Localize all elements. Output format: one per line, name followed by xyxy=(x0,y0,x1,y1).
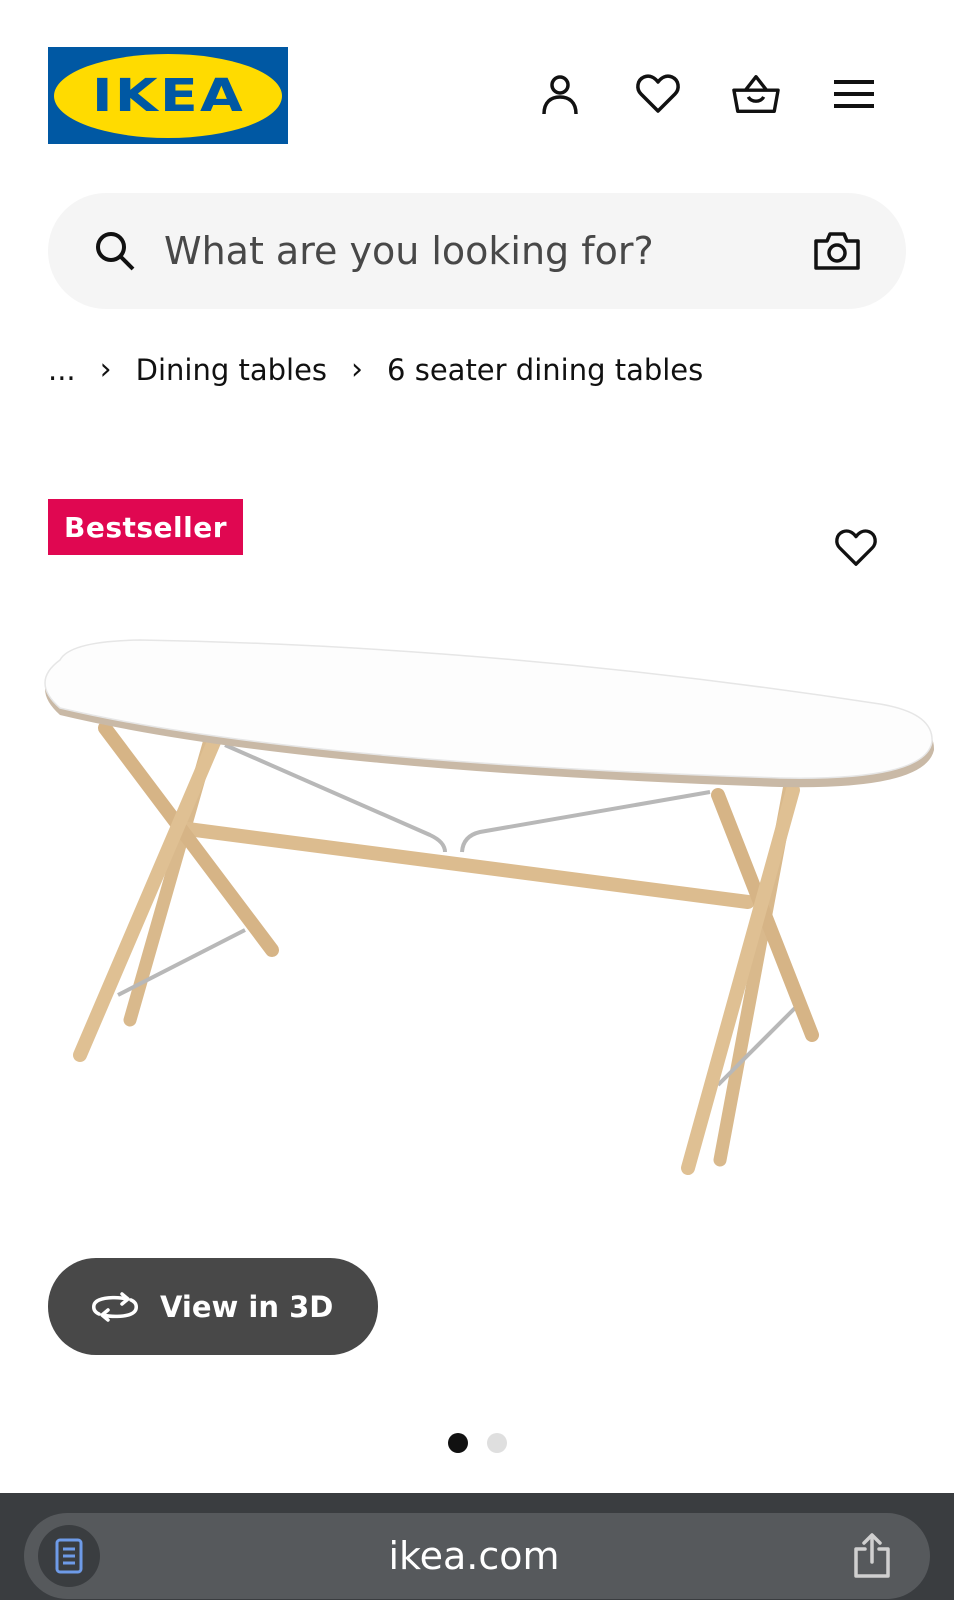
breadcrumb-ellipsis[interactable]: ... xyxy=(48,353,76,387)
address-bar[interactable]: ikea.com xyxy=(24,1513,930,1599)
site-header: IKEA xyxy=(0,0,954,180)
menu-icon[interactable] xyxy=(830,70,878,118)
breadcrumb: ... › Dining tables › 6 seater dining ta… xyxy=(48,352,703,387)
view-in-3d-label: View in 3D xyxy=(160,1289,334,1324)
search-icon xyxy=(92,228,138,274)
share-icon[interactable] xyxy=(848,1532,896,1580)
breadcrumb-separator: › xyxy=(99,352,112,387)
product-image-dining-table[interactable] xyxy=(0,620,954,1260)
header-icon-bar xyxy=(536,70,878,118)
image-carousel-dots xyxy=(448,1433,507,1453)
ikea-logo[interactable]: IKEA xyxy=(48,47,288,144)
carousel-dot[interactable] xyxy=(448,1433,468,1453)
add-to-favourites-heart-icon[interactable] xyxy=(832,524,880,572)
search-bar[interactable] xyxy=(48,193,906,309)
basket-icon[interactable] xyxy=(732,70,780,118)
user-icon[interactable] xyxy=(536,70,584,118)
logo-wordmark: IKEA xyxy=(91,68,245,123)
browser-bottom-bar: ikea.com xyxy=(0,1493,954,1600)
logo-oval: IKEA xyxy=(54,53,282,138)
heart-icon[interactable] xyxy=(634,70,682,118)
breadcrumb-6-seater-dining-tables[interactable]: 6 seater dining tables xyxy=(387,353,703,387)
camera-icon[interactable] xyxy=(812,226,862,276)
breadcrumb-separator: › xyxy=(351,352,364,387)
reader-mode-icon[interactable] xyxy=(38,1525,100,1587)
rotate-3d-icon xyxy=(88,1287,142,1327)
search-input[interactable] xyxy=(164,229,812,273)
carousel-dot[interactable] xyxy=(487,1433,507,1453)
view-in-3d-button[interactable]: View in 3D xyxy=(48,1258,378,1355)
breadcrumb-dining-tables[interactable]: Dining tables xyxy=(136,353,327,387)
bestseller-badge: Bestseller xyxy=(48,499,244,555)
url-text[interactable]: ikea.com xyxy=(100,1534,848,1578)
